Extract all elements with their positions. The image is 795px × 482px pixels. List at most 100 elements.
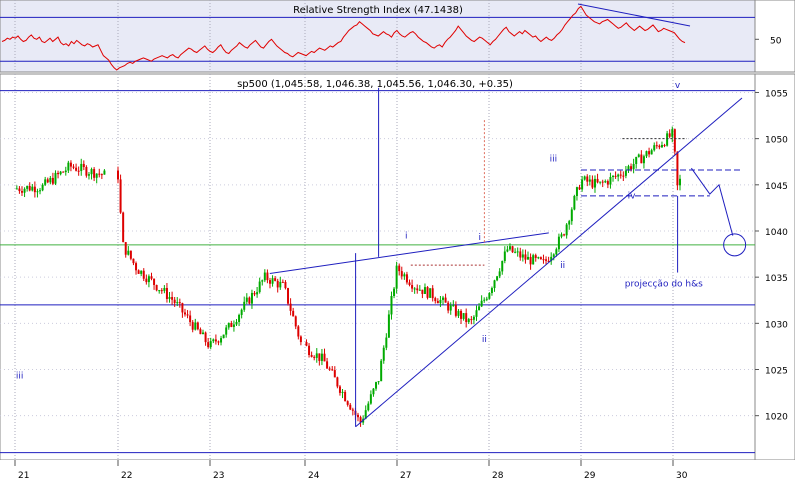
candle-body	[457, 310, 460, 316]
candle-body	[145, 278, 148, 283]
price-tick-label: 1040	[765, 228, 788, 238]
candle-body	[622, 175, 625, 177]
candle-body	[212, 339, 215, 342]
candle-body	[377, 381, 380, 383]
candle-body	[385, 337, 388, 348]
candle-body	[503, 251, 506, 261]
candle-body	[673, 129, 676, 152]
candle-body	[426, 287, 429, 298]
candle-body	[480, 300, 483, 307]
candle-body	[100, 174, 103, 176]
candle-body	[630, 166, 633, 170]
candle-body	[178, 302, 181, 304]
candle-body	[158, 290, 161, 292]
candle-body	[408, 282, 411, 286]
candle-body	[475, 310, 478, 317]
candle-body	[235, 321, 238, 325]
candle-body	[640, 154, 643, 164]
candle-body	[519, 251, 522, 258]
candle-body	[95, 173, 98, 178]
candle-body	[619, 174, 622, 176]
candle-body	[230, 323, 233, 327]
candle-body	[20, 191, 23, 193]
candle-body	[380, 360, 383, 382]
candle-body	[508, 246, 511, 250]
candle-body	[387, 314, 390, 338]
candle-body	[258, 281, 261, 293]
candle-body	[15, 188, 18, 190]
candle-body	[186, 314, 189, 316]
candle-body	[524, 254, 527, 260]
candle-body	[527, 256, 530, 260]
candle-body	[372, 388, 375, 395]
candle-body	[168, 297, 171, 299]
x-tick-label: 21	[18, 471, 29, 481]
candle-body	[245, 297, 248, 302]
candle-body	[650, 150, 653, 155]
candle-body	[196, 322, 199, 330]
candle-body	[645, 151, 648, 157]
candle-body	[493, 280, 496, 289]
candle-body	[534, 255, 537, 259]
candle-body	[678, 178, 681, 186]
candle-body	[64, 170, 67, 173]
candle-body	[506, 249, 509, 252]
candle-body	[496, 276, 499, 281]
candle-body	[103, 170, 106, 175]
candle-body	[539, 257, 542, 260]
price-tick-label: 1045	[765, 182, 788, 192]
candle-body	[209, 341, 212, 348]
candle-body	[593, 178, 596, 188]
candle-body	[557, 236, 560, 250]
price-panel-bg	[0, 73, 756, 461]
candle-body	[310, 355, 313, 357]
candle-body	[596, 178, 599, 183]
candle-body	[349, 404, 352, 410]
candle-body	[555, 249, 558, 255]
candle-body	[155, 284, 158, 291]
candle-body	[147, 276, 150, 283]
price-tick-label: 1050	[765, 136, 788, 146]
candle-body	[51, 177, 54, 184]
x-tick-label: 24	[308, 471, 320, 481]
candle-body	[26, 185, 29, 189]
candle-body	[429, 288, 432, 298]
candle-body	[67, 162, 70, 171]
candle-body	[635, 156, 638, 165]
wave-label: ii	[482, 335, 487, 345]
price-tick-label: 1025	[765, 367, 788, 377]
candle-body	[183, 312, 186, 315]
candle-body	[202, 332, 205, 335]
candle-body	[124, 242, 127, 255]
candle-body	[604, 181, 607, 183]
candle-body	[194, 322, 197, 330]
candle-body	[563, 234, 566, 236]
candle-body	[375, 382, 378, 389]
x-tick-label: 23	[213, 471, 224, 481]
candle-body	[498, 271, 501, 277]
candle-body	[39, 190, 42, 192]
candle-body	[599, 181, 602, 183]
candle-body	[46, 179, 49, 183]
candle-body	[87, 174, 90, 176]
candle-body	[328, 368, 331, 370]
candle-body	[341, 391, 344, 393]
candle-body	[545, 259, 548, 261]
candle-body	[122, 212, 125, 243]
candle-body	[351, 409, 354, 411]
candle-body	[119, 179, 122, 213]
candle-body	[271, 278, 274, 284]
candle-body	[222, 334, 225, 339]
candle-body	[609, 176, 612, 185]
candle-body	[676, 151, 679, 186]
candle-body	[44, 179, 47, 185]
candle-body	[315, 353, 318, 358]
candle-body	[263, 272, 266, 281]
candle-body	[573, 195, 576, 210]
x-tick-label: 22	[121, 471, 132, 481]
candle-body	[191, 322, 194, 330]
candle-body	[18, 188, 21, 192]
candle-body	[614, 175, 617, 177]
candle-body	[132, 258, 135, 264]
candle-body	[62, 171, 65, 173]
